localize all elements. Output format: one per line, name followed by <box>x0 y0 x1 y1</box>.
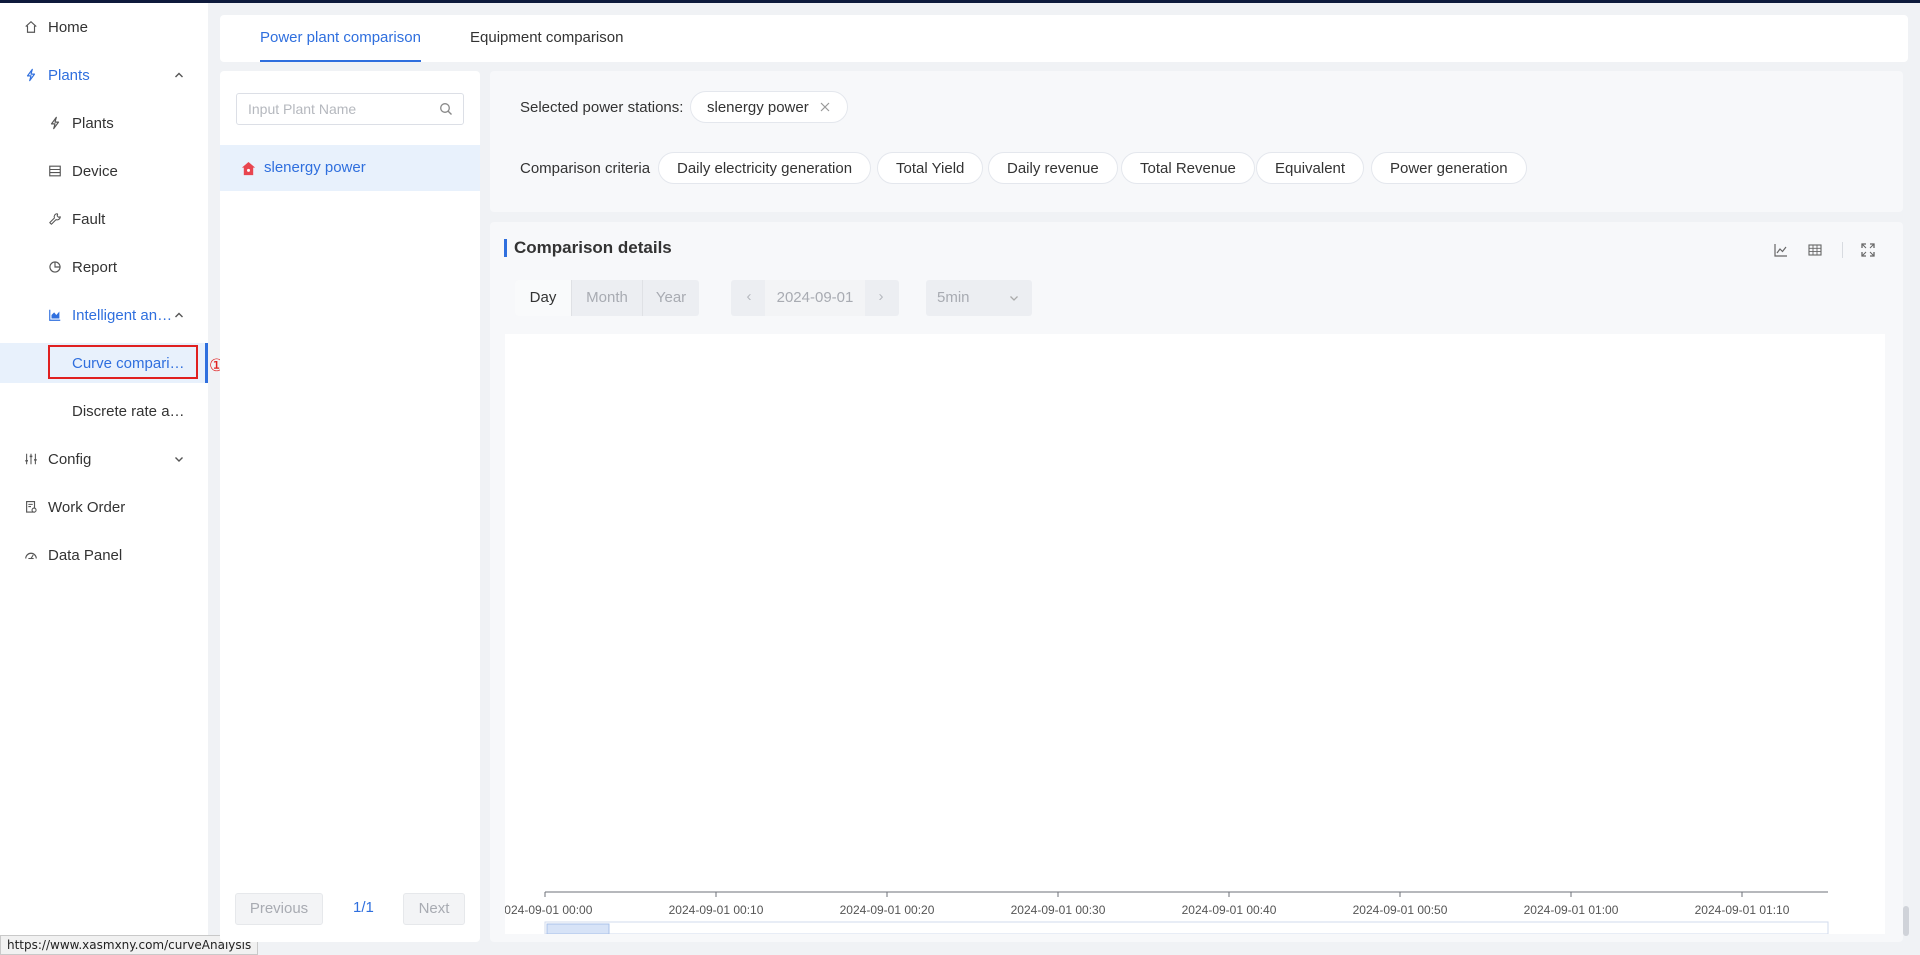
sidebar-item-config[interactable]: Config <box>0 439 208 479</box>
comparison-criteria-label: Comparison criteria <box>520 160 651 177</box>
x-tick-label: 2024-09-01 01:00 <box>1524 903 1619 917</box>
previous-page-button[interactable]: Previous <box>235 893 323 925</box>
sidebar-item-device[interactable]: Device <box>0 151 208 191</box>
chevron-right-icon[interactable]: › <box>873 288 889 308</box>
section-title: Comparison details <box>504 239 672 257</box>
sidebar-item-label: Home <box>48 18 89 36</box>
annotation-box-1 <box>48 345 198 379</box>
plant-name: slenergy power <box>264 159 366 176</box>
sidebar-item-intelligent-analysis[interactable]: Intelligent an… <box>0 295 208 335</box>
sidebar-item-plants-group[interactable]: Plants <box>0 55 208 95</box>
selected-station-name: slenergy power <box>707 98 809 116</box>
home-icon <box>22 18 40 36</box>
criteria-chip-total-yield[interactable]: Total Yield <box>877 152 984 184</box>
period-day-button[interactable]: Day <box>515 280 571 316</box>
top-accent-bar <box>0 0 1920 3</box>
table-icon[interactable] <box>1807 242 1823 258</box>
x-tick-label: 2024-09-01 00:40 <box>1182 903 1277 917</box>
comparison-chart: 2024-09-01 00:00 2024-09-01 00:10 2024-09-… <box>505 334 1885 934</box>
data-zoom-track[interactable] <box>544 921 1829 934</box>
sidebar-item-label: Data Panel <box>48 546 123 564</box>
sidebar-item-label: Device <box>72 162 118 180</box>
fullscreen-icon[interactable] <box>1860 242 1876 258</box>
close-icon[interactable] <box>819 101 831 113</box>
criteria-chip-power-generation[interactable]: Power generation <box>1371 152 1527 184</box>
device-list-icon <box>46 162 64 180</box>
criteria-chip-total-revenue[interactable]: Total Revenue <box>1121 152 1255 184</box>
area-chart-icon <box>46 306 64 324</box>
search-icon[interactable] <box>439 102 453 116</box>
date-picker: ‹ 2024-09-01 › <box>731 280 899 316</box>
pie-chart-icon <box>46 258 64 276</box>
x-tick-label: 2024-09-01 00:50 <box>1353 903 1448 917</box>
tab-equipment-comparison[interactable]: Equipment comparison <box>470 15 623 62</box>
criteria-chip-daily-revenue[interactable]: Daily revenue <box>988 152 1118 184</box>
page-indicator: 1/1 <box>353 899 374 916</box>
chart-svg: 2024-09-01 00:00 2024-09-01 00:10 2024-09-… <box>505 891 1829 934</box>
lightning-icon <box>46 114 64 132</box>
sidebar-item-label: Fault <box>72 210 106 228</box>
chevron-down-icon <box>1010 296 1018 301</box>
selected-stations-label: Selected power stations: <box>520 99 684 116</box>
data-zoom-handle[interactable] <box>546 923 610 934</box>
plant-house-icon <box>241 161 256 176</box>
plant-search-input[interactable] <box>237 94 427 124</box>
selected-station-chip[interactable]: slenergy power <box>690 91 848 123</box>
sidebar-item-label: Plants <box>72 114 114 132</box>
interval-select[interactable]: 5min <box>926 280 1032 316</box>
sidebar-item-label: Config <box>48 450 92 468</box>
sidebar-item-plants[interactable]: Plants <box>0 103 208 143</box>
interval-value: 5min <box>937 289 970 306</box>
toolbar-divider <box>1842 242 1843 258</box>
sidebar-item-discrete-rate-analysis[interactable]: Discrete rate an… <box>0 391 208 431</box>
date-value[interactable]: 2024-09-01 <box>765 280 865 316</box>
sidebar-item-home[interactable]: Home <box>0 7 208 47</box>
x-tick-label: 2024-09-01 01:10 <box>1695 903 1790 917</box>
wrench-icon <box>46 210 64 228</box>
sidebar: Home Plants Plants Device Fault Report I… <box>0 3 208 955</box>
sliders-icon <box>22 450 40 468</box>
criteria-chip-equivalent[interactable]: Equivalent <box>1256 152 1365 184</box>
chevron-up-icon <box>175 312 183 318</box>
plant-list-panel: slenergy power Previous 1/1 Next <box>220 71 480 942</box>
sidebar-item-report[interactable]: Report <box>0 247 208 287</box>
work-order-icon <box>22 498 40 516</box>
sidebar-item-label: Discrete rate an… <box>72 402 192 420</box>
sidebar-item-label: Plants <box>48 66 90 84</box>
comparison-tabs: Power plant comparison Equipment compari… <box>220 15 1908 62</box>
x-tick-label: 2024-09-01 00:00 <box>505 903 593 917</box>
period-year-button[interactable]: Year <box>643 280 699 316</box>
tab-power-plant-comparison[interactable]: Power plant comparison <box>260 15 421 62</box>
period-selector: Day Month Year <box>515 280 699 316</box>
sidebar-item-data-panel[interactable]: Data Panel <box>0 535 208 575</box>
sidebar-item-label: Report <box>72 258 118 276</box>
sidebar-item-label: Work Order <box>48 498 126 516</box>
sidebar-item-work-order[interactable]: Work Order <box>0 487 208 527</box>
sidebar-item-label: Intelligent an… <box>72 306 173 324</box>
x-tick-label: 2024-09-01 00:20 <box>840 903 935 917</box>
page-scrollbar[interactable] <box>1903 906 1909 936</box>
plant-list-item[interactable]: slenergy power <box>220 145 480 191</box>
gauge-icon <box>22 546 40 564</box>
chevron-left-icon[interactable]: ‹ <box>741 288 757 308</box>
chevron-up-icon <box>175 72 183 78</box>
x-tick-label: 2024-09-01 00:30 <box>1011 903 1106 917</box>
next-page-button[interactable]: Next <box>403 893 465 925</box>
x-tick-label: 2024-09-01 00:10 <box>669 903 764 917</box>
sidebar-item-fault[interactable]: Fault <box>0 199 208 239</box>
plant-search-box <box>236 93 464 125</box>
line-chart-icon[interactable] <box>1773 242 1789 258</box>
criteria-chip-daily-electricity-generation[interactable]: Daily electricity generation <box>658 152 872 184</box>
comparison-details-panel: Comparison details Day Month Year ‹ 2024… <box>490 222 1903 942</box>
chevron-down-icon <box>175 457 183 462</box>
selection-panel: Selected power stations: slenergy power … <box>490 71 1903 212</box>
lightning-icon <box>22 66 40 84</box>
period-month-button[interactable]: Month <box>571 280 643 316</box>
